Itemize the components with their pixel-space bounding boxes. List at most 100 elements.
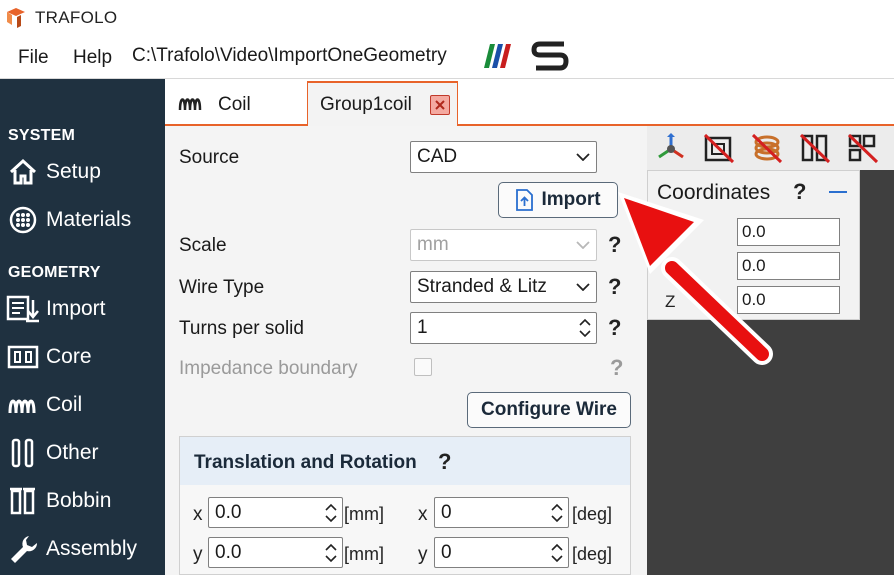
axes-icon[interactable] xyxy=(653,130,689,166)
tab-group1coil[interactable]: Group1coil xyxy=(307,81,458,127)
viewport-toolbar xyxy=(647,126,894,170)
import-icon xyxy=(6,292,40,326)
coord-y-field[interactable]: 0.0 xyxy=(737,252,840,280)
sidebar-item-core[interactable]: Core xyxy=(6,337,161,377)
app-title: TRAFOLO xyxy=(35,8,118,27)
sidebar: SYSTEM Setup Materials GEOMETRY Import C… xyxy=(0,79,165,575)
sidebar-item-import[interactable]: Import xyxy=(6,289,161,329)
coord-z-value: 0.0 xyxy=(742,290,766,309)
coord-y-value: 0.0 xyxy=(742,256,766,275)
spin-arrows-icon[interactable] xyxy=(320,542,342,564)
coord-z-label: Z xyxy=(665,292,676,311)
translation-x-unit: [mm] xyxy=(344,504,384,524)
translation-x-label: x xyxy=(193,504,203,525)
hide-core-icon[interactable] xyxy=(701,130,737,166)
scale-select[interactable]: mm xyxy=(410,229,597,261)
impedance-help-icon[interactable]: ? xyxy=(610,355,623,381)
translation-y-label: y xyxy=(193,544,203,565)
spin-arrows-icon[interactable] xyxy=(574,317,596,339)
turns-help-icon[interactable]: ? xyxy=(608,315,621,341)
coord-x-field[interactable]: 0.0 xyxy=(737,218,840,246)
chevron-down-icon xyxy=(570,142,596,172)
coil-icon xyxy=(6,388,40,422)
trafolo-logo-icon xyxy=(7,8,25,28)
sidebar-section-system: SYSTEM xyxy=(8,127,75,144)
sidebar-item-label: Materials xyxy=(46,208,132,231)
partner-logo-icon xyxy=(484,44,511,68)
translation-y-unit: [mm] xyxy=(344,544,384,564)
wire-type-help-icon[interactable]: ? xyxy=(608,274,621,300)
sidebar-item-materials[interactable]: Materials xyxy=(6,200,161,240)
impedance-label: Impedance boundary xyxy=(179,358,358,379)
materials-icon xyxy=(6,203,40,237)
rotation-y-unit: [deg] xyxy=(572,544,613,564)
rotation-x-value: 0 xyxy=(441,501,452,523)
translation-y-value: 0.0 xyxy=(215,541,242,563)
spin-arrows-icon[interactable] xyxy=(546,502,568,524)
coordinates-title: Coordinates xyxy=(657,181,771,204)
coord-x-value: 0.0 xyxy=(742,222,766,241)
rotation-x-input[interactable]: 0 xyxy=(434,497,569,528)
chevron-down-icon xyxy=(570,272,596,302)
spin-arrows-icon[interactable] xyxy=(546,542,568,564)
home-icon xyxy=(6,155,40,189)
translation-x-value: 0.0 xyxy=(215,501,242,523)
coordinates-panel: Coordinates ? 0.0 0.0 Z 0.0 xyxy=(647,170,860,320)
sidebar-item-label: Setup xyxy=(46,160,101,183)
spin-arrows-icon[interactable] xyxy=(320,502,342,524)
impedance-checkbox[interactable] xyxy=(414,358,432,376)
translation-y-input[interactable]: 0.0 xyxy=(208,537,343,568)
hide-coil-icon[interactable] xyxy=(749,130,785,166)
wrench-icon xyxy=(6,532,40,566)
hide-mesh-icon[interactable] xyxy=(845,130,881,166)
simulation-logo-icon xyxy=(531,41,569,71)
rotation-y-label: y xyxy=(418,544,428,565)
import-button-label: Import xyxy=(541,189,601,210)
tab-label: Group1coil xyxy=(320,94,412,115)
sidebar-item-assembly[interactable]: Assembly xyxy=(6,529,161,569)
coord-z-field[interactable]: 0.0 xyxy=(737,286,840,314)
sidebar-item-other[interactable]: Other xyxy=(6,433,161,473)
tab-coil[interactable]: Coil xyxy=(172,86,306,124)
chevron-down-icon xyxy=(570,230,596,260)
rotation-x-label: x xyxy=(418,504,428,525)
sidebar-item-label: Assembly xyxy=(46,537,138,560)
sidebar-item-coil[interactable]: Coil xyxy=(6,385,161,425)
coordinates-help-icon[interactable]: ? xyxy=(793,179,806,205)
wire-type-label: Wire Type xyxy=(179,277,265,298)
wire-type-value: Stranded & Litz xyxy=(417,276,547,297)
hide-other-icon[interactable] xyxy=(797,130,833,166)
project-path: C:\Trafolo\Video\ImportOneGeometry xyxy=(132,45,447,66)
scale-value: mm xyxy=(417,234,449,255)
source-value: CAD xyxy=(417,146,458,167)
scale-help-icon[interactable]: ? xyxy=(608,232,621,258)
rotation-y-input[interactable]: 0 xyxy=(434,537,569,568)
import-button[interactable]: Import xyxy=(498,182,618,218)
import-file-icon xyxy=(516,189,534,211)
sidebar-item-label: Core xyxy=(46,345,92,368)
turns-spinbox[interactable]: 1 xyxy=(410,312,597,344)
menu-help[interactable]: Help xyxy=(73,47,112,69)
minimize-icon[interactable] xyxy=(829,191,847,193)
close-tab-button[interactable] xyxy=(430,95,450,115)
sidebar-item-label: Import xyxy=(46,297,106,320)
sidebar-item-label: Coil xyxy=(46,393,83,416)
group-header: Translation and Rotation ? xyxy=(180,437,630,485)
configure-wire-button[interactable]: Configure Wire xyxy=(467,392,631,428)
wire-type-select[interactable]: Stranded & Litz xyxy=(410,271,597,303)
source-select[interactable]: CAD xyxy=(410,141,597,173)
menu-file[interactable]: File xyxy=(18,47,49,69)
translation-help-icon[interactable]: ? xyxy=(438,449,451,475)
bobbin-icon xyxy=(6,484,40,518)
turns-label: Turns per solid xyxy=(179,318,304,339)
close-icon xyxy=(435,100,445,110)
title-bar: TRAFOLO xyxy=(0,0,894,36)
sidebar-item-label: Other xyxy=(46,441,99,464)
translation-x-input[interactable]: 0.0 xyxy=(208,497,343,528)
turns-value: 1 xyxy=(417,317,428,338)
sidebar-item-bobbin[interactable]: Bobbin xyxy=(6,481,161,521)
sidebar-item-setup[interactable]: Setup xyxy=(6,152,161,192)
menu-bar: File Help C:\Trafolo\Video\ImportOneGeom… xyxy=(0,38,894,78)
source-label: Source xyxy=(179,147,240,168)
rotation-y-value: 0 xyxy=(441,541,452,563)
